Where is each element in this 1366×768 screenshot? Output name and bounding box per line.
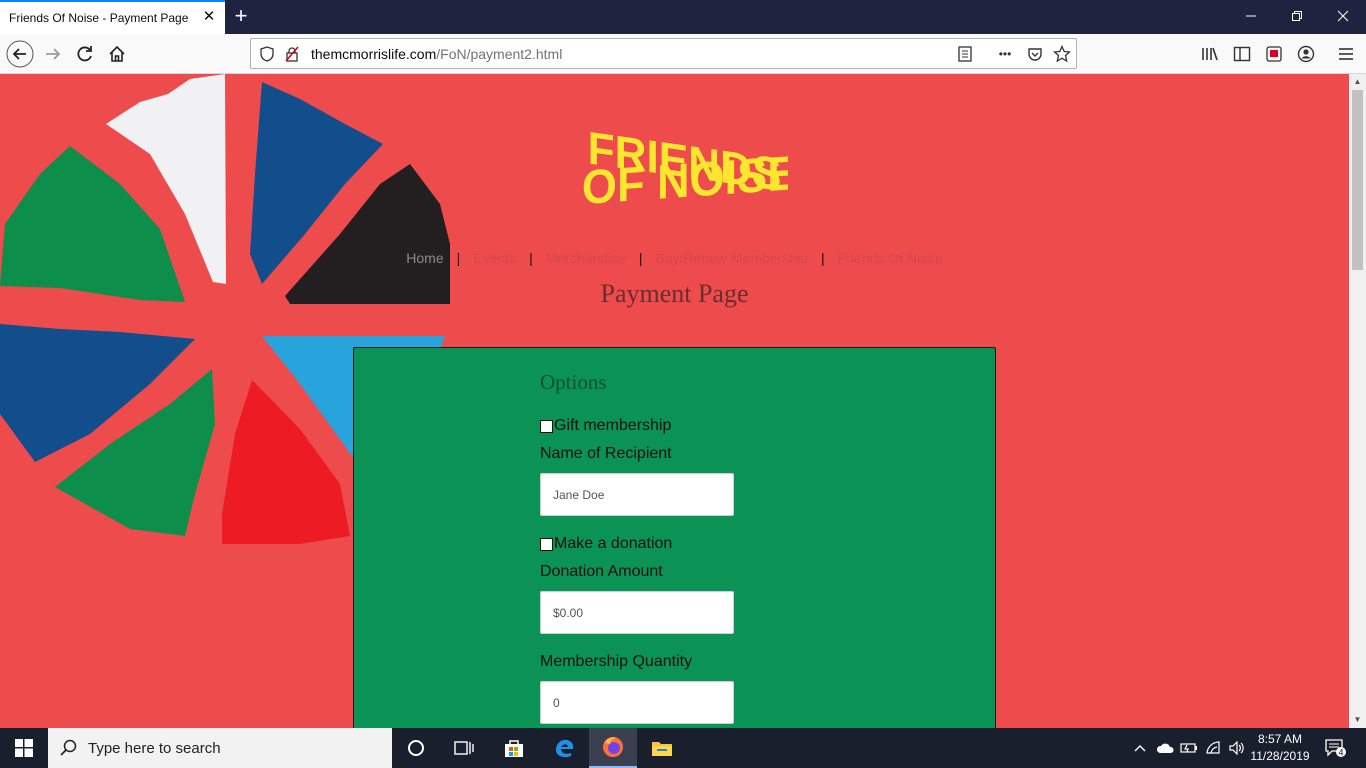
minimize-icon[interactable] (1228, 6, 1274, 28)
forward-icon[interactable] (38, 39, 68, 69)
store-icon[interactable] (490, 728, 538, 768)
windows-start-icon[interactable] (0, 728, 48, 768)
pocket-icon[interactable] (1025, 44, 1045, 64)
reader-view-icon[interactable] (955, 44, 975, 64)
nav-home-link[interactable]: Home (406, 250, 443, 266)
pocket-save-icon[interactable] (1259, 39, 1289, 69)
nav-toolbar: themcmorrislife.com/FoN/payment2.html ••… (0, 34, 1366, 74)
clock-time[interactable]: 8:57 AM (1250, 732, 1310, 746)
taskbar-search[interactable]: Type here to search (48, 728, 392, 768)
site-nav: Home | Events | Merchandise | Buy/Renew Member… (0, 250, 1349, 266)
nav-separator: | (821, 250, 825, 266)
show-hidden-icons-icon[interactable] (1128, 728, 1152, 768)
wifi-icon[interactable] (1201, 728, 1225, 768)
reload-icon[interactable] (70, 39, 100, 69)
firefox-icon[interactable] (589, 728, 637, 768)
task-view-icon[interactable] (440, 728, 488, 768)
scroll-down-icon[interactable]: ▼ (1349, 712, 1366, 728)
library-icon[interactable] (1195, 39, 1225, 69)
tab-strip: Friends Of Noise - Payment Page ✕ + (0, 0, 1366, 34)
gift-membership-row: Gift membership (540, 417, 671, 435)
options-heading: Options (540, 370, 607, 394)
sidebar-icon[interactable] (1227, 39, 1257, 69)
restore-icon[interactable] (1274, 6, 1320, 28)
nav-merchandise-link[interactable]: Merchandise (546, 250, 626, 266)
web-page: FRIENDS OF NOISE Home | Events | Merchandise… (0, 74, 1349, 728)
nav-separator: | (456, 250, 461, 266)
home-icon[interactable] (102, 39, 132, 69)
action-center-icon[interactable]: 4 (1318, 728, 1352, 768)
file-explorer-icon[interactable] (638, 728, 686, 768)
close-tab-icon[interactable]: ✕ (201, 9, 217, 25)
shield-icon[interactable] (257, 44, 277, 64)
friends-of-noise-logo[interactable]: FRIENDS OF NOISE (578, 112, 788, 224)
more-actions-icon[interactable]: ••• (995, 44, 1015, 64)
cortana-icon[interactable] (392, 728, 440, 768)
quantity-label: Membership Quantity (540, 653, 693, 670)
url-bar[interactable]: themcmorrislife.com/FoN/payment2.html ••… (250, 38, 1077, 69)
url-path: /FoN/payment2.html (436, 46, 563, 62)
account-icon[interactable] (1291, 39, 1321, 69)
donation-label: Make a donation (554, 535, 673, 552)
taskbar: Type here to search 8:57 AM 11/28/2019 4 (0, 728, 1366, 768)
back-icon[interactable] (5, 39, 35, 69)
donation-checkbox[interactable] (540, 537, 553, 551)
gift-membership-label: Gift membership (554, 417, 672, 434)
url-host: themcmorrislife.com (311, 46, 437, 62)
nav-friends-of-noise-link[interactable]: Friends Of Noise (838, 250, 943, 266)
donation-amount-label: Donation Amount (540, 563, 663, 580)
insecure-lock-icon[interactable] (282, 44, 302, 64)
edge-icon[interactable] (540, 728, 588, 768)
page-scrollbar[interactable]: ▲ ▼ (1349, 74, 1366, 728)
recipient-name-input[interactable] (540, 473, 734, 516)
scroll-up-icon[interactable]: ▲ (1349, 74, 1366, 90)
scroll-thumb[interactable] (1352, 90, 1363, 270)
clock-date[interactable]: 11/28/2019 (1246, 749, 1314, 763)
new-tab-button[interactable]: + (231, 5, 251, 27)
search-icon (60, 739, 77, 756)
page-title: Payment Page (600, 279, 749, 308)
browser-tab[interactable]: Friends Of Noise - Payment Page ✕ (0, 0, 225, 34)
onedrive-icon[interactable] (1153, 728, 1177, 768)
notification-count: 4 (1338, 748, 1343, 758)
gift-membership-checkbox[interactable] (540, 419, 553, 433)
donation-amount-input[interactable] (540, 591, 734, 634)
nav-separator: | (529, 250, 533, 266)
url-text[interactable]: themcmorrislife.com/FoN/payment2.html (311, 46, 562, 62)
close-window-icon[interactable] (1320, 6, 1366, 28)
recipient-label: Name of Recipient (540, 445, 672, 462)
tab-title: Friends Of Noise - Payment Page (9, 11, 189, 25)
bookmark-star-icon[interactable] (1052, 44, 1072, 64)
nav-events-link[interactable]: Events (473, 250, 516, 266)
nav-membership-link[interactable]: Buy/Renew Membership (656, 250, 809, 266)
battery-icon[interactable] (1177, 728, 1201, 768)
nav-separator: | (638, 250, 643, 266)
donation-row: Make a donation (540, 535, 672, 553)
quantity-input[interactable] (540, 681, 734, 724)
menu-icon[interactable] (1331, 39, 1361, 69)
search-placeholder: Type here to search (88, 740, 221, 757)
options-panel: Options Gift membership Name of Recipien… (353, 347, 996, 728)
